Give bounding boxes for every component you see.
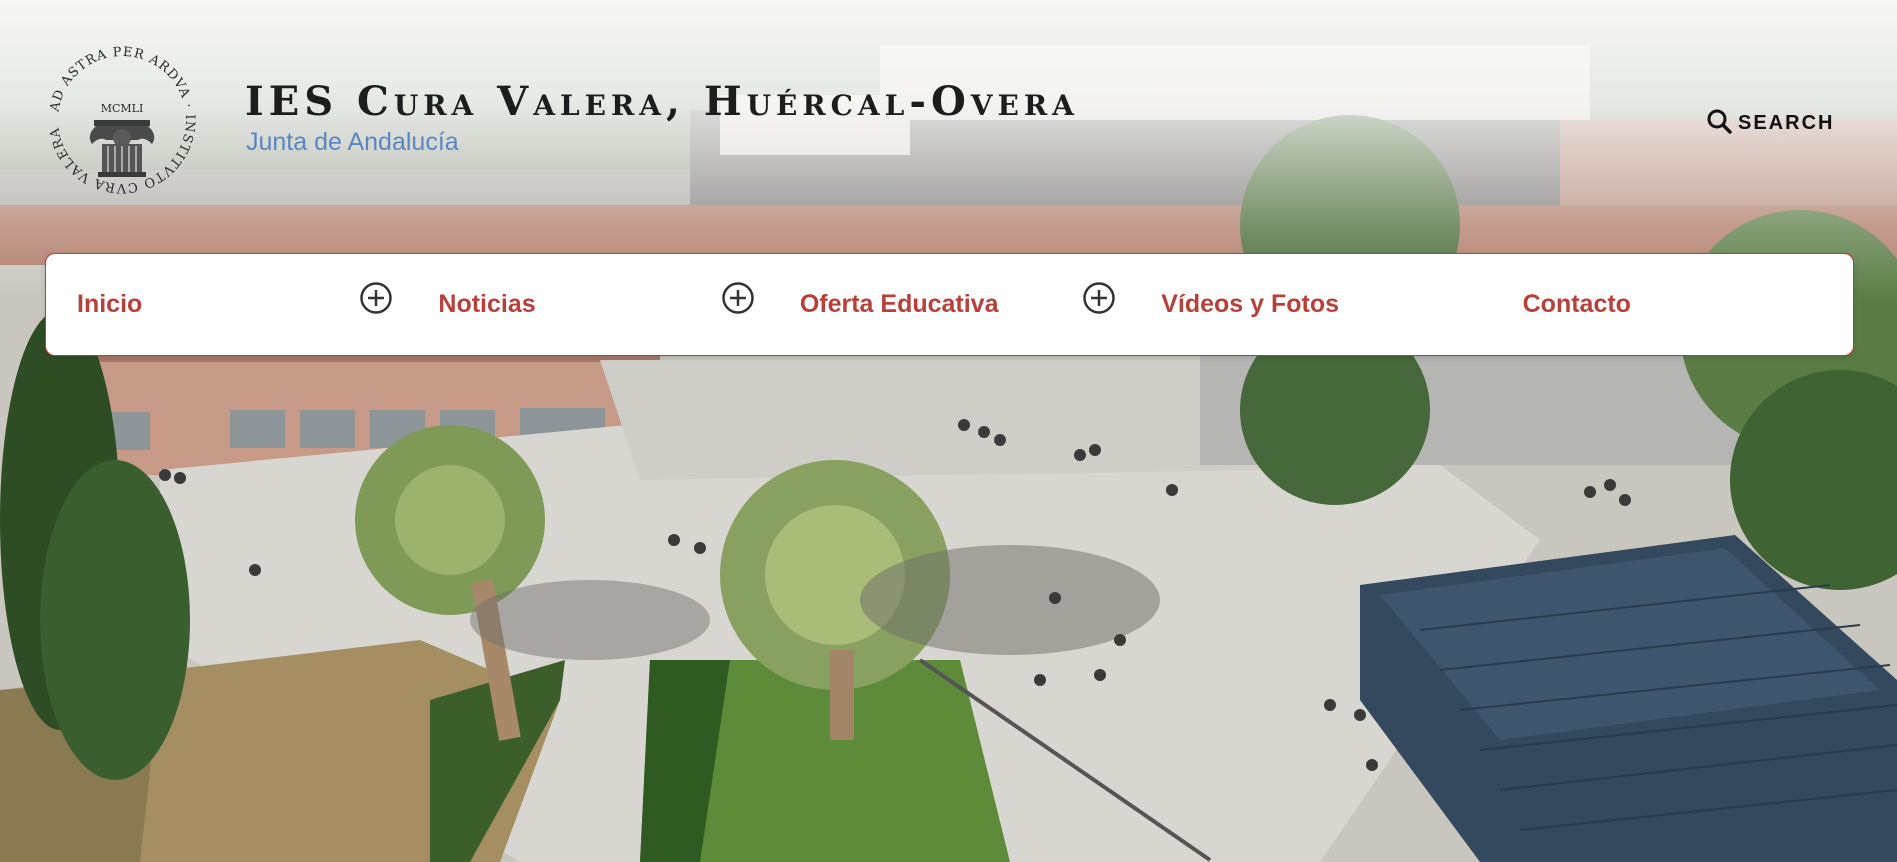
site-title[interactable]: IES Cura Valera, Huércal-Overa <box>245 78 1079 125</box>
nav-item-inicio: Inicio <box>46 254 407 355</box>
site-subtitle: Junta de Andalucía <box>246 128 459 156</box>
nav-link-contacto[interactable]: Contacto <box>1523 290 1631 319</box>
search-button[interactable]: SEARCH <box>1706 108 1834 139</box>
nav-item-noticias: Noticias <box>407 254 768 355</box>
hero-banner: AD ASTRA PER ARDVA · INSTITVTO CVRA VALE… <box>0 0 1897 862</box>
main-navigation: Inicio Noticias Oferta Educativa Vídeos … <box>45 253 1854 356</box>
search-label: SEARCH <box>1738 112 1835 134</box>
nav-item-oferta-educativa: Oferta Educativa <box>769 254 1130 355</box>
plus-circle-icon[interactable] <box>1082 281 1116 315</box>
plus-circle-icon[interactable] <box>359 281 393 315</box>
logo-year-text: MCMLI <box>101 102 144 115</box>
nav-link-oferta-educativa[interactable]: Oferta Educativa <box>800 290 999 319</box>
nav-link-noticias[interactable]: Noticias <box>438 290 535 319</box>
nav-link-videos-fotos[interactable]: Vídeos y Fotos <box>1161 290 1339 319</box>
nav-item-contacto: Contacto <box>1492 254 1853 355</box>
search-icon <box>1706 108 1732 139</box>
nav-item-videos-fotos: Vídeos y Fotos <box>1130 254 1491 355</box>
nav-link-inicio[interactable]: Inicio <box>77 290 142 319</box>
plus-circle-icon[interactable] <box>721 281 755 315</box>
school-crest-logo[interactable]: AD ASTRA PER ARDVA · INSTITVTO CVRA VALE… <box>43 29 198 200</box>
